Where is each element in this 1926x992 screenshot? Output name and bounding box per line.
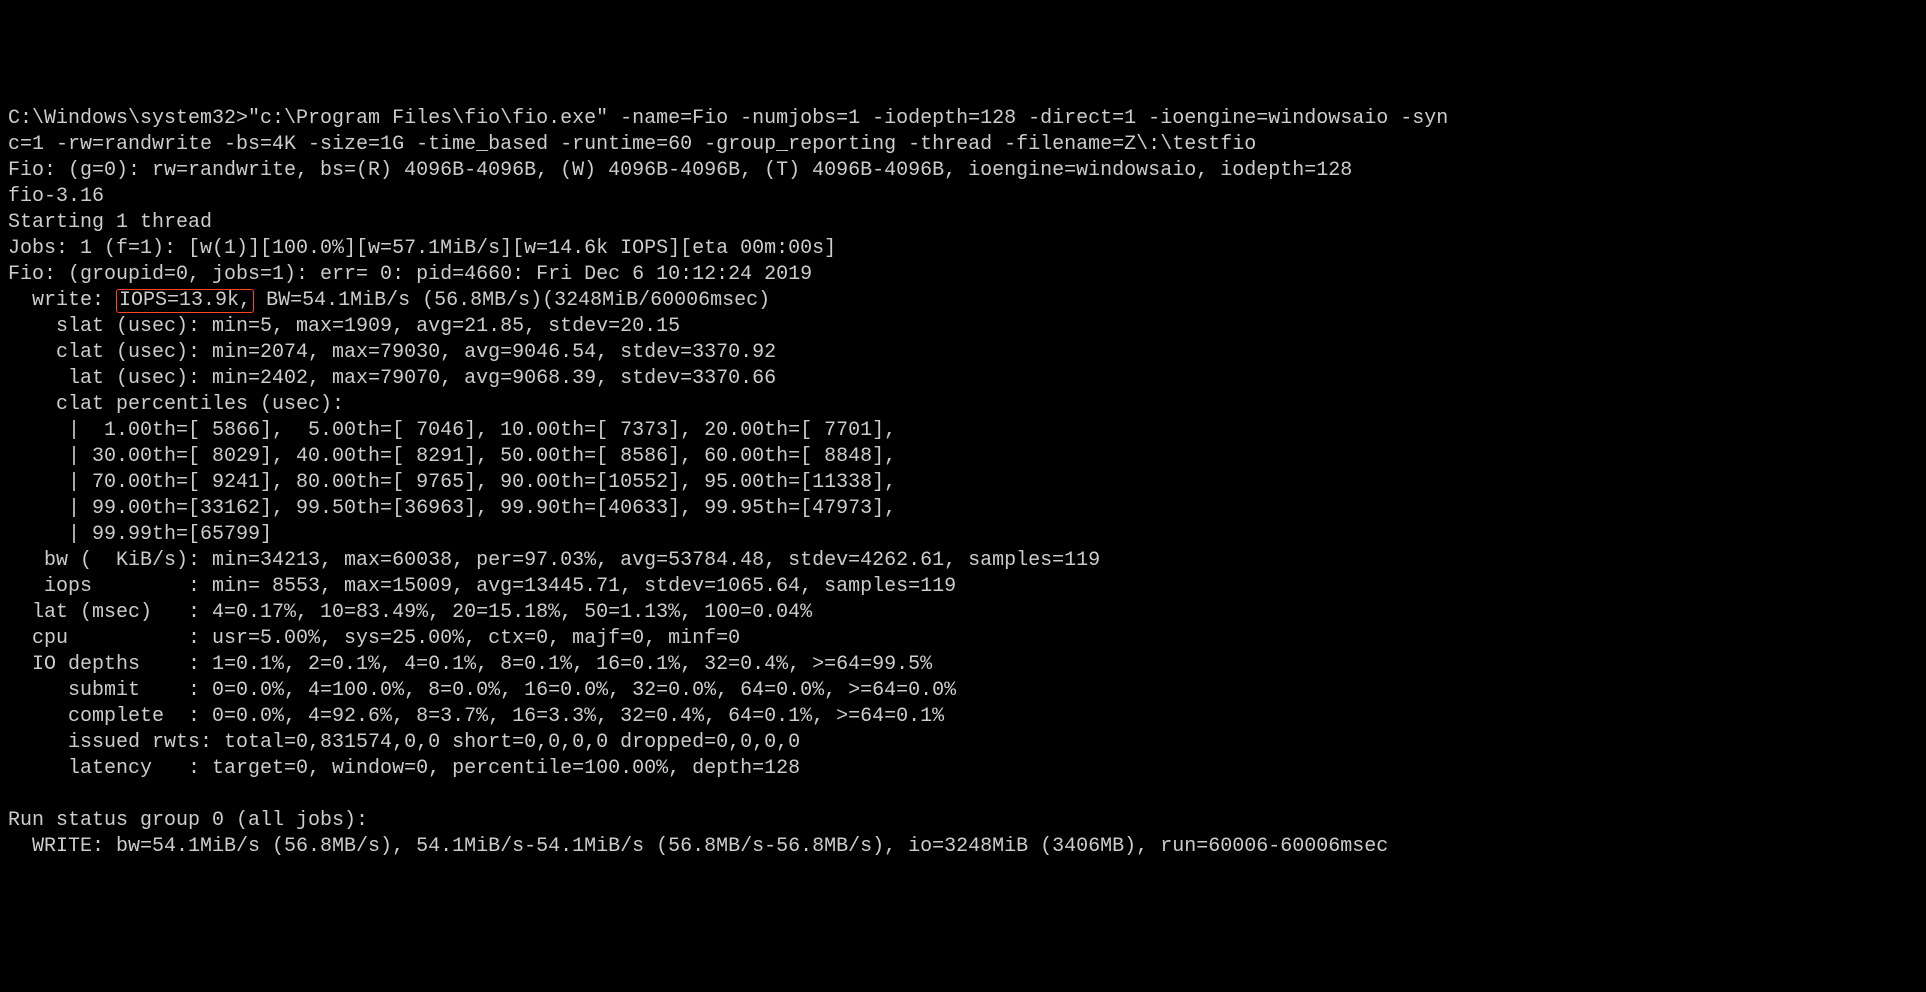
- submit-line: submit : 0=0.0%, 4=100.0%, 8=0.0%, 16=0.…: [8, 679, 956, 702]
- cmd-line-2: c=1 -rw=randwrite -bs=4K -size=1G -time_…: [8, 133, 1256, 156]
- job-spec: Fio: (g=0): rw=randwrite, bs=(R) 4096B-4…: [8, 159, 1352, 182]
- clat-perc-3: | 70.00th=[ 9241], 80.00th=[ 9765], 90.0…: [8, 471, 896, 494]
- clat-perc-2: | 30.00th=[ 8029], 40.00th=[ 8291], 50.0…: [8, 445, 896, 468]
- clat-perc-4: | 99.00th=[33162], 99.50th=[36963], 99.9…: [8, 497, 896, 520]
- run-status-header: Run status group 0 (all jobs):: [8, 809, 368, 832]
- lat-msec-line: lat (msec) : 4=0.17%, 10=83.49%, 20=15.1…: [8, 601, 812, 624]
- fio-version: fio-3.16: [8, 185, 104, 208]
- io-depths-line: IO depths : 1=0.1%, 2=0.1%, 4=0.1%, 8=0.…: [8, 653, 932, 676]
- issued-rwts-line: issued rwts: total=0,831574,0,0 short=0,…: [8, 731, 800, 754]
- clat-perc-header: clat percentiles (usec):: [8, 393, 344, 416]
- clat-perc-5: | 99.99th=[65799]: [8, 523, 272, 546]
- cmd-line-1: C:\Windows\system32>"c:\Program Files\fi…: [8, 107, 1448, 130]
- clat-perc-1: | 1.00th=[ 5866], 5.00th=[ 7046], 10.00t…: [8, 419, 896, 442]
- lat-line: lat (usec): min=2402, max=79070, avg=906…: [8, 367, 776, 390]
- terminal-output: C:\Windows\system32>"c:\Program Files\fi…: [8, 106, 1918, 860]
- bw-line: bw ( KiB/s): min=34213, max=60038, per=9…: [8, 549, 1100, 572]
- write-prefix: write:: [8, 289, 116, 312]
- slat-line: slat (usec): min=5, max=1909, avg=21.85,…: [8, 315, 680, 338]
- latency-line: latency : target=0, window=0, percentile…: [8, 757, 800, 780]
- fio-groupinfo: Fio: (groupid=0, jobs=1): err= 0: pid=46…: [8, 263, 812, 286]
- write-summary: WRITE: bw=54.1MiB/s (56.8MB/s), 54.1MiB/…: [8, 835, 1388, 858]
- write-suffix: BW=54.1MiB/s (56.8MB/s)(3248MiB/60006mse…: [254, 289, 770, 312]
- cpu-line: cpu : usr=5.00%, sys=25.00%, ctx=0, majf…: [8, 627, 740, 650]
- iops-highlight: IOPS=13.9k,: [116, 289, 254, 313]
- clat-line: clat (usec): min=2074, max=79030, avg=90…: [8, 341, 776, 364]
- starting-threads: Starting 1 thread: [8, 211, 212, 234]
- jobs-progress: Jobs: 1 (f=1): [w(1)][100.0%][w=57.1MiB/…: [8, 237, 836, 260]
- iops-line: iops : min= 8553, max=15009, avg=13445.7…: [8, 575, 956, 598]
- complete-line: complete : 0=0.0%, 4=92.6%, 8=3.7%, 16=3…: [8, 705, 944, 728]
